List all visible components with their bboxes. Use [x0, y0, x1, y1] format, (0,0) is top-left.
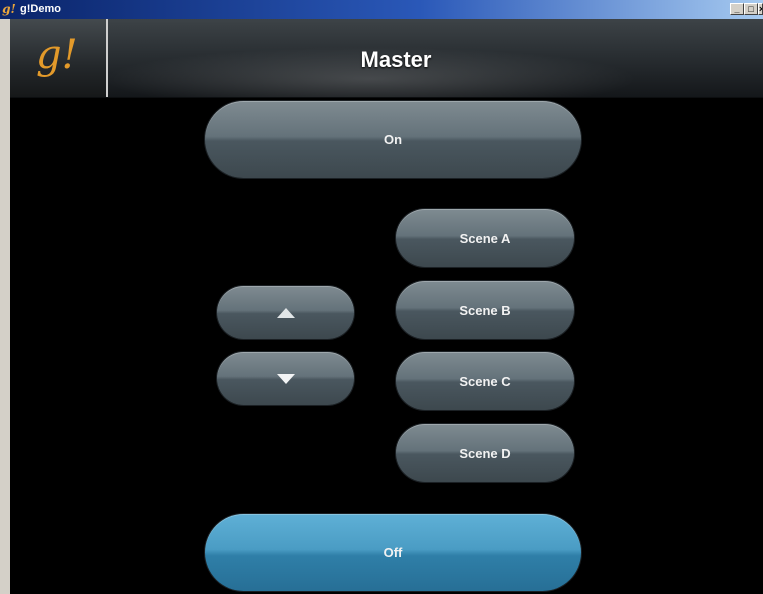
scene-c-label: Scene C	[459, 373, 511, 389]
header-bar: g! Master	[10, 19, 763, 98]
maximize-button[interactable]: □	[744, 3, 758, 15]
app-canvas: g! Master On Scene A Scene B Scene C Sce…	[10, 19, 763, 594]
scene-b-label: Scene B	[459, 302, 511, 318]
on-button-label: On	[383, 132, 403, 147]
minimize-button[interactable]: _	[730, 3, 744, 15]
up-button[interactable]	[217, 286, 354, 339]
scene-a-label: Scene A	[459, 230, 511, 246]
close-button[interactable]: ×	[758, 3, 763, 15]
scene-d-label: Scene D	[459, 445, 511, 461]
scene-d-button[interactable]: Scene D	[396, 424, 574, 482]
window-title: g!Demo	[20, 3, 61, 15]
triangle-up-icon	[276, 307, 295, 318]
scene-a-button[interactable]: Scene A	[396, 209, 574, 267]
on-button[interactable]: On	[205, 101, 581, 178]
off-button-label: Off	[383, 545, 403, 560]
page-title: Master	[360, 47, 432, 72]
window-titlebar: g! g!Demo _ □ ×	[0, 0, 763, 19]
scene-b-button[interactable]: Scene B	[396, 281, 574, 339]
scene-c-button[interactable]: Scene C	[396, 352, 574, 410]
off-button[interactable]: Off	[205, 514, 581, 591]
down-button[interactable]	[217, 352, 354, 405]
brand-logo: g!	[36, 32, 78, 78]
triangle-down-icon	[276, 373, 295, 384]
app-logo-icon: g!	[2, 2, 16, 16]
logo-box: g!	[10, 19, 108, 97]
